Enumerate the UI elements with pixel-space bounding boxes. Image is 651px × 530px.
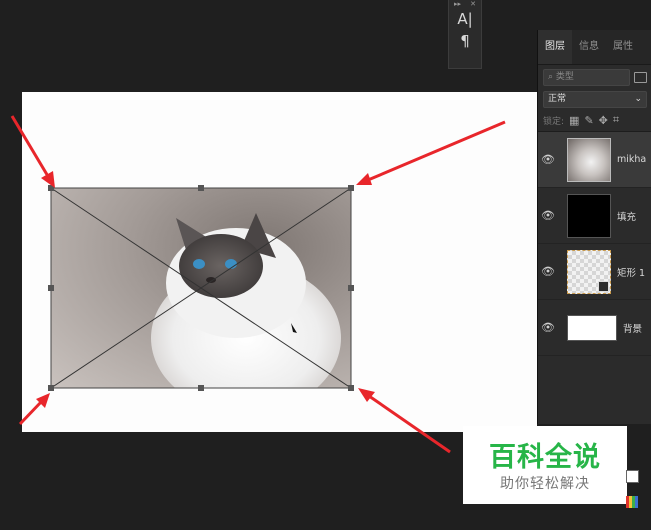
layer-name: 背景 [623, 323, 643, 335]
layer-thumbnail [567, 193, 611, 238]
search-icon: ⌕ [548, 71, 556, 82]
layer-row-background[interactable]: 👁 背景 [538, 300, 651, 356]
layer-row-fill[interactable]: 👁 填充 [538, 188, 651, 244]
visibility-eye-icon[interactable]: 👁 [538, 265, 558, 278]
blend-mode-row: 正常 ⌄ [538, 89, 651, 109]
layer-name: mikha [617, 154, 647, 165]
layer-thumbnail [567, 137, 611, 182]
character-tool-icon[interactable]: A| [449, 8, 481, 30]
layer-name: 矩形 1 [617, 267, 646, 279]
color-swatch-icon[interactable] [626, 470, 639, 483]
layer-row-rectangle[interactable]: 👁 矩形 1 [538, 244, 651, 300]
character-panel-dock: ▸▸ ✕ A| ¶ [448, 0, 482, 69]
lock-position-icon[interactable]: ✥ [599, 114, 608, 127]
layer-thumbnail [567, 314, 617, 341]
visibility-eye-icon[interactable]: 👁 [538, 321, 558, 334]
color-bars-icon[interactable] [626, 496, 638, 508]
watermark-subtitle: 助你轻松解决 [500, 476, 590, 492]
chevron-down-icon: ⌄ [634, 93, 642, 104]
visibility-eye-icon[interactable]: 👁 [538, 153, 558, 166]
tab-info[interactable]: 信息 [572, 30, 606, 64]
lock-row: 锁定: ▦ ✎ ✥ ⌗ [538, 109, 651, 132]
canvas-workspace[interactable] [0, 0, 537, 530]
lock-artboard-icon[interactable]: ⌗ [613, 113, 619, 127]
panel-topbar: ▸▸ ✕ [449, 0, 481, 8]
filter-label: 类型 [555, 71, 574, 82]
tab-layers[interactable]: 图层 [538, 30, 572, 64]
layers-panel: 图层 信息 属性 ⌕ 类型 正常 ⌄ 锁定: ▦ ✎ ✥ ⌗ 👁 mikha 👁… [537, 30, 651, 424]
layer-filter-row: ⌕ 类型 [538, 65, 651, 89]
watermark-title: 百科全说 [489, 442, 601, 473]
blend-mode-value: 正常 [548, 93, 567, 104]
blend-mode-select[interactable]: 正常 ⌄ [543, 90, 647, 108]
lock-transparency-icon[interactable]: ▦ [569, 114, 579, 127]
tab-properties[interactable]: 属性 [606, 30, 640, 64]
cat-photo-layer[interactable] [51, 188, 351, 388]
watermark-logo: 百科全说 助你轻松解决 [463, 426, 627, 504]
layer-thumbnail [567, 249, 611, 294]
collapse-icon[interactable]: ▸▸ [454, 0, 461, 8]
paragraph-tool-icon[interactable]: ¶ [449, 30, 481, 52]
close-icon[interactable]: ✕ [470, 0, 476, 8]
layer-name: 填充 [617, 211, 637, 223]
lock-label: 锁定: [543, 116, 565, 127]
cat-image [151, 213, 341, 388]
layer-filter-select[interactable]: ⌕ 类型 [543, 68, 630, 86]
shape-layer-icon [598, 280, 609, 292]
layer-row-mikha[interactable]: 👁 mikha [538, 132, 651, 188]
lock-paint-icon[interactable]: ✎ [584, 114, 593, 127]
panel-tabs: 图层 信息 属性 [538, 30, 651, 65]
image-filter-icon[interactable] [634, 71, 647, 83]
visibility-eye-icon[interactable]: 👁 [538, 209, 558, 222]
